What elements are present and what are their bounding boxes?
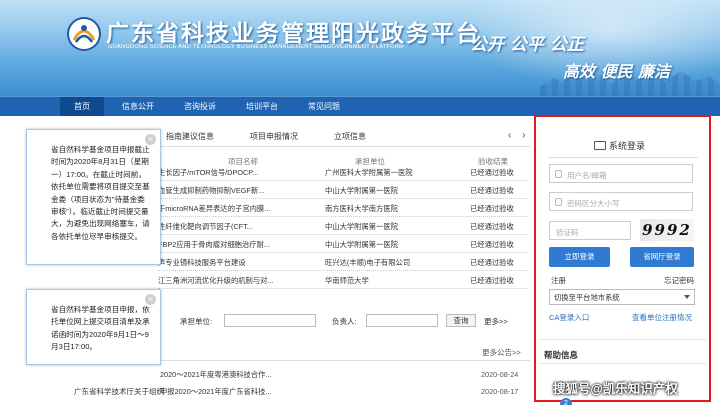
slogan-top: 公开 公平 公正 [470, 35, 584, 55]
help-title: 帮助信息 [544, 350, 579, 360]
close-icon[interactable]: × [145, 294, 156, 305]
tab-arrows: ‹ › [508, 130, 533, 141]
close-icon[interactable]: × [145, 134, 156, 145]
help-underline [539, 363, 706, 364]
office-login-button[interactable]: 省网厅登录 [630, 247, 694, 267]
person-search-input[interactable] [366, 314, 438, 327]
cell-unit: 中山大学附属第一医院 [325, 186, 398, 195]
system-select[interactable]: 切换至平台地市系统 [549, 289, 695, 305]
system-select-value: 切换至平台地市系统 [554, 293, 620, 302]
search-bar: 承担单位: 负责人: 查询 更多>> [166, 314, 528, 328]
notice-popup: × 省自然科学基金项目申报截止时间为2020年8月31日（星期一）17:00。在… [26, 129, 161, 265]
ca-login-link[interactable]: CA登录入口 [549, 312, 589, 323]
nav-home[interactable]: 首页 [60, 97, 104, 117]
person-label: 负责人: [332, 317, 357, 326]
captcha-field[interactable]: 验证码 [549, 221, 631, 240]
unit-registration-link[interactable]: 查看单位注册情况 [632, 312, 692, 323]
cell-result: 已经通过验收 [470, 168, 514, 177]
cell-name: 江三角洲河流优化升级的机制与对... [158, 276, 274, 285]
list-item[interactable]: 2020～2021年度粤港澳科技合作... 2020-08-24 [160, 370, 530, 382]
cell-result: 已经通过验收 [470, 222, 514, 231]
login-panel: 系统登录 用户名/邮箱 密码区分大小写 验证码 9992 立即登录 省网厅登录 … [534, 115, 711, 402]
login-title-text: 系统登录 [609, 141, 646, 151]
chevron-down-icon [684, 295, 690, 299]
table-row[interactable]: 江三角洲河流优化升级的机制与对... 华南师范大学 已经通过验收 [158, 272, 528, 289]
cell-unit: 中山大学附属第一医院 [325, 222, 398, 231]
table-row[interactable]: 生长因子/mTOR信号/DPOCP... 广州医科大学附属第一医院 已经通过验收 [158, 164, 528, 181]
tab-project-approval[interactable]: 立项信息 [334, 131, 366, 142]
query-button[interactable]: 查询 [446, 314, 476, 327]
main-nav: 首页 信息公开 咨询投诉 培训平台 常见问题 [0, 96, 720, 117]
more-link[interactable]: 更多>> [484, 316, 508, 327]
popup-text: 省自然科学基金项目申报截止时间为2020年8月31日（星期一）17:00。在截止… [51, 145, 150, 241]
forgot-password-link[interactable]: 忘记密码 [664, 275, 694, 286]
tab-next-icon[interactable]: › [522, 130, 525, 141]
cell-name: 于microRNA差异表达的子宫内膜... [158, 204, 271, 213]
tab-divider [152, 146, 530, 147]
table-row[interactable]: 性纤维化靶向调节因子(CFT... 中山大学附属第一医院 已经通过验收 [158, 218, 528, 235]
tab-guide-suggestion[interactable]: 指南建议信息 [166, 131, 214, 142]
cell-result: 已经通过验收 [470, 258, 514, 267]
cell-unit: 旺兴达(丰顺)电子有限公司 [325, 258, 411, 267]
captcha-placeholder: 验证码 [556, 228, 579, 237]
nav-training[interactable]: 培训平台 [238, 97, 286, 117]
password-field[interactable]: 密码区分大小写 [549, 192, 693, 211]
table-row[interactable]: FBP2应用于骨肉瘤对细胞治疗耐... 中山大学附属第一医院 已经通过验收 [158, 236, 528, 253]
username-field[interactable]: 用户名/邮箱 [549, 164, 693, 183]
cell-result: 已经通过验收 [470, 186, 514, 195]
monitor-icon [594, 141, 606, 150]
table-row[interactable]: 于microRNA差异表达的子宫内膜... 南方医科大学南方医院 已经通过验收 [158, 200, 528, 217]
more-announcements-link[interactable]: 更多公告>> [482, 347, 521, 358]
notice-link[interactable]: 广东省科学技术厅关于组织 [74, 386, 164, 397]
user-icon [555, 170, 562, 178]
site-header: 广东省科技业务管理阳光政务平台 GUANGDONG SCIENCE AND TE… [0, 0, 720, 96]
cell-name: 血管生成抑制药物抑制VEGF新... [158, 186, 265, 195]
cell-name: 生长因子/mTOR信号/DPOCP... [158, 168, 259, 177]
news-divider [152, 360, 530, 361]
tab-project-application[interactable]: 项目申报情况 [250, 131, 298, 142]
tab-prev-icon[interactable]: ‹ [508, 130, 511, 141]
cell-result: 已经通过验收 [470, 240, 514, 249]
news-title: 2020～2021年度粤港澳科技合作... [160, 370, 272, 379]
lock-icon [555, 198, 562, 206]
nav-info-public[interactable]: 信息公开 [114, 97, 162, 117]
cell-result: 已经通过验收 [470, 276, 514, 285]
site-logo-icon[interactable] [66, 16, 102, 52]
login-divider [548, 157, 698, 158]
cell-result: 已经通过验收 [470, 204, 514, 213]
table-row[interactable]: 声专业镜科技服务平台建设 旺兴达(丰顺)电子有限公司 已经通过验收 [158, 254, 528, 271]
news-date: 2020-08-24 [481, 370, 519, 379]
captcha-image[interactable]: 9992 [640, 219, 694, 241]
popup-text: 省自然科学基金项目申报，依托单位网上提交项目清单及承诺函时间为2020年9月1日… [51, 305, 150, 352]
cell-unit: 华南师范大学 [325, 276, 369, 285]
nav-complaint[interactable]: 咨询投诉 [176, 97, 224, 117]
unit-label: 承担单位: [180, 317, 213, 326]
username-placeholder: 用户名/邮箱 [567, 171, 607, 180]
cell-name: 性纤维化靶向调节因子(CFT... [158, 222, 253, 231]
notification-badge[interactable]: 2 [560, 398, 572, 405]
info-tabs: 指南建议信息 项目申报情况 立项信息 [152, 131, 528, 145]
cell-unit: 广州医科大学附属第一医院 [325, 168, 413, 177]
cell-name: 声专业镜科技服务平台建设 [158, 258, 246, 267]
notice-popup: × 省自然科学基金项目申报，依托单位网上提交项目清单及承诺函时间为2020年9月… [26, 289, 161, 365]
unit-search-input[interactable] [224, 314, 316, 327]
nav-faq[interactable]: 常见问题 [300, 97, 348, 117]
login-title: 系统登录 [594, 139, 645, 152]
cell-unit: 中山大学附属第一医院 [325, 240, 398, 249]
slogan-bottom: 高效 便民 廉洁 [563, 62, 671, 81]
list-item[interactable]: 申报2020～2021年度广东省科技... 2020-08-17 [160, 387, 530, 399]
login-button[interactable]: 立即登录 [549, 247, 610, 267]
news-title: 申报2020～2021年度广东省科技... [160, 387, 272, 396]
watermark-text: 搜狐号@凯乐知识产权 [553, 382, 678, 396]
site-subtitle: GUANGDONG SCIENCE AND TECHNOLOGY BUSINES… [108, 44, 405, 50]
site-title: 广东省科技业务管理阳光政务平台 [106, 20, 481, 47]
cell-unit: 南方医科大学南方医院 [325, 204, 398, 213]
register-link[interactable]: 注册 [551, 275, 566, 286]
help-divider [539, 339, 706, 340]
password-placeholder: 密码区分大小写 [567, 199, 620, 208]
cell-name: FBP2应用于骨肉瘤对细胞治疗耐... [158, 240, 270, 249]
table-row[interactable]: 血管生成抑制药物抑制VEGF新... 中山大学附属第一医院 已经通过验收 [158, 182, 528, 199]
news-date: 2020-08-17 [481, 387, 519, 396]
